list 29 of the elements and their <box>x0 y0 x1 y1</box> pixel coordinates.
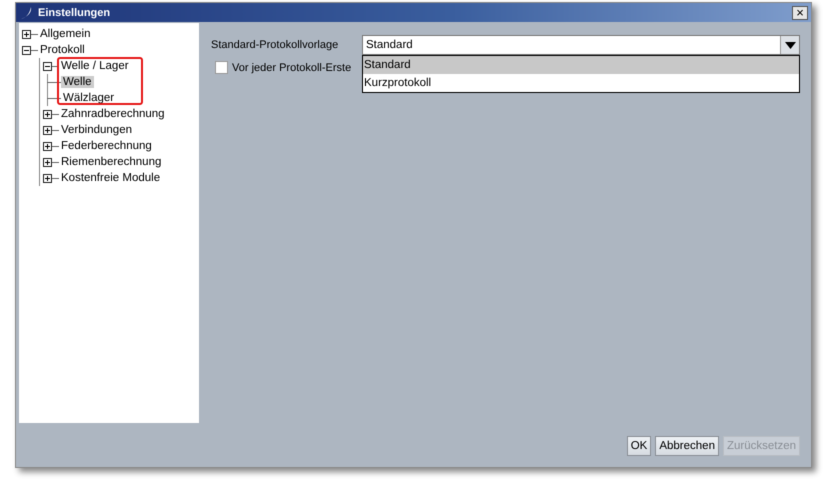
template-dropdown[interactable]: Standard <box>362 35 800 55</box>
expander-icon[interactable] <box>43 110 52 118</box>
checkbox-label: Vor jeder Protokoll-Erste <box>232 62 352 74</box>
expander-icon[interactable] <box>22 30 31 38</box>
expander-icon[interactable] <box>43 126 52 134</box>
expander-icon[interactable] <box>43 62 52 70</box>
dialog-button[interactable]: Abbrechen <box>655 436 719 456</box>
tree-item[interactable]: Verbindungen <box>59 124 134 136</box>
field-label: Standard-Protokollvorlage <box>211 39 340 51</box>
tree-item[interactable]: Kostenfreie Module <box>59 172 162 184</box>
dropdown-option[interactable]: Kurzprotokoll <box>363 74 799 92</box>
close-button[interactable]: × <box>792 6 808 20</box>
expander-icon[interactable] <box>43 158 52 166</box>
tree-item[interactable]: Welle / Lager <box>59 60 131 72</box>
dialog-button[interactable]: OK <box>626 436 652 456</box>
window-title: Einstellungen <box>38 6 112 18</box>
tree-item[interactable]: Allgemein <box>38 28 92 40</box>
tree-item[interactable]: Riemenberechnung <box>59 156 164 168</box>
dropdown-option[interactable]: Standard <box>363 56 799 74</box>
swoosh-icon <box>19 6 33 20</box>
tree-item[interactable]: Wälzlager <box>61 92 116 104</box>
expander-icon[interactable] <box>43 142 52 150</box>
tree-item[interactable]: Federberechnung <box>59 140 154 152</box>
tree-item[interactable]: Zahnradberechnung <box>59 108 167 120</box>
expander-icon[interactable] <box>22 46 31 54</box>
tree-item[interactable]: Protokoll <box>38 44 87 56</box>
expander-icon[interactable] <box>43 174 52 182</box>
checkbox[interactable] <box>215 61 228 74</box>
tree-item[interactable]: Welle <box>61 76 94 88</box>
